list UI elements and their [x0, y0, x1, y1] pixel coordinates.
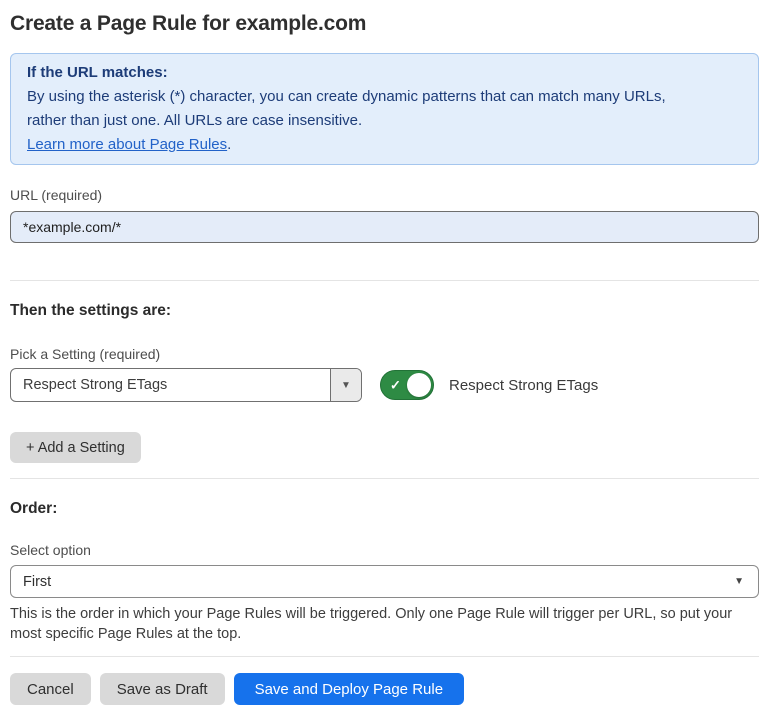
section-divider	[10, 280, 759, 281]
setting-select-arrow-button[interactable]: ▼	[330, 369, 361, 401]
page-rule-form: Create a Page Rule for example.com If th…	[0, 12, 769, 705]
url-field-label: URL (required)	[10, 187, 759, 203]
link-suffix: .	[227, 136, 231, 153]
add-setting-button[interactable]: + Add a Setting	[10, 432, 141, 463]
footer-divider	[10, 656, 759, 657]
info-box-body-line-2: rather than just one. All URLs are case …	[27, 109, 742, 133]
order-select[interactable]: First ▼	[10, 565, 759, 598]
pick-setting-label: Pick a Setting (required)	[10, 346, 759, 362]
respect-strong-etags-toggle[interactable]: ✓	[380, 370, 434, 400]
info-box-link-line: Learn more about Page Rules.	[27, 133, 742, 157]
chevron-down-icon: ▼	[734, 576, 744, 587]
select-option-label: Select option	[10, 542, 759, 558]
setting-select[interactable]: Respect Strong ETags ▼	[10, 368, 362, 402]
info-box-body-line-1: By using the asterisk (*) character, you…	[27, 85, 742, 109]
toggle-knob	[407, 373, 431, 397]
order-section-heading: Order:	[10, 500, 759, 518]
save-and-deploy-button[interactable]: Save and Deploy Page Rule	[234, 673, 464, 705]
url-input[interactable]	[10, 211, 759, 243]
page-title: Create a Page Rule for example.com	[10, 12, 759, 36]
toggle-label: Respect Strong ETags	[449, 377, 598, 394]
order-select-value: First	[23, 574, 51, 590]
section-divider	[10, 478, 759, 479]
setting-select-value: Respect Strong ETags	[11, 369, 330, 401]
footer-actions: Cancel Save as Draft Save and Deploy Pag…	[10, 673, 759, 705]
save-as-draft-button[interactable]: Save as Draft	[100, 673, 225, 705]
info-box-heading: If the URL matches:	[27, 61, 742, 85]
url-matches-info-box: If the URL matches: By using the asteris…	[10, 53, 759, 165]
check-icon: ✓	[390, 379, 401, 392]
cancel-button[interactable]: Cancel	[10, 673, 91, 705]
order-help-text: This is the order in which your Page Rul…	[10, 604, 759, 644]
learn-more-link[interactable]: Learn more about Page Rules	[27, 136, 227, 153]
settings-section-heading: Then the settings are:	[10, 302, 759, 320]
chevron-down-icon: ▼	[341, 380, 351, 391]
setting-row: Respect Strong ETags ▼ ✓ Respect Strong …	[10, 368, 759, 402]
